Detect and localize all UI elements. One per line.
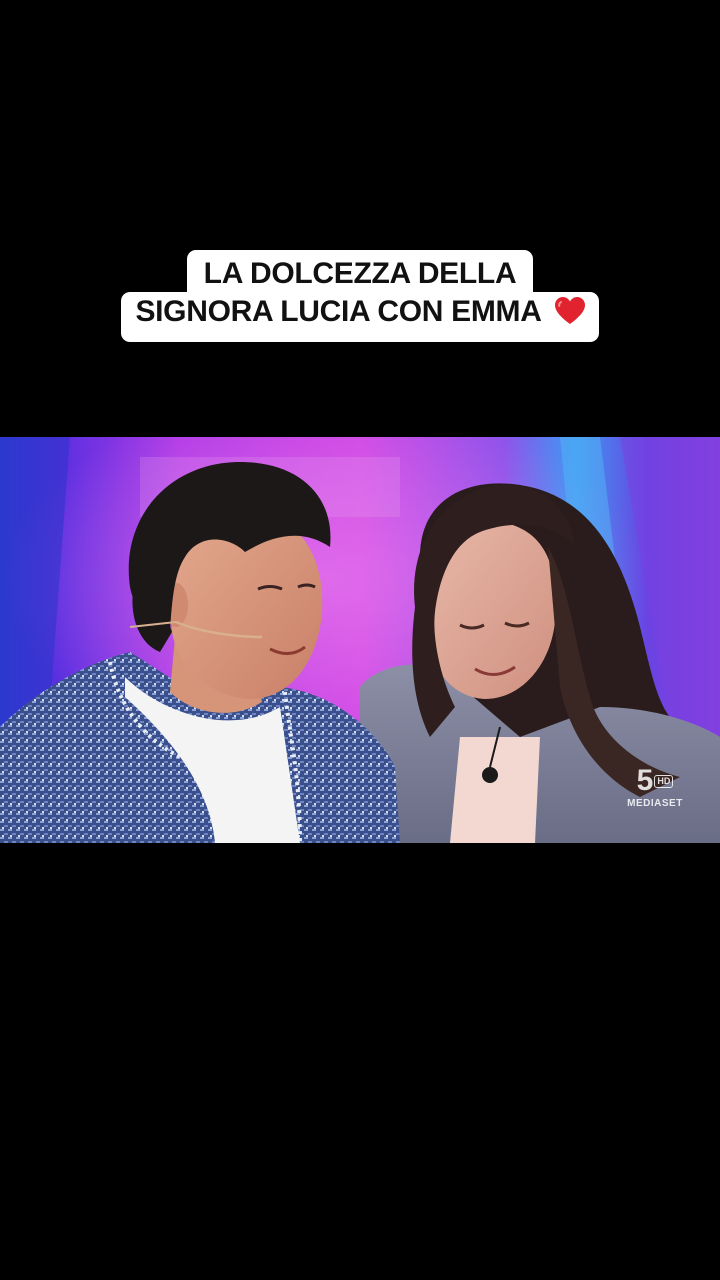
video-scene: [0, 437, 720, 843]
heart-emoji-icon: [554, 296, 585, 336]
caption: LA DOLCEZZA DELLA SIGNORA LUCIA CON EMMA: [0, 250, 720, 342]
caption-text-1: LA DOLCEZZA DELLA: [203, 257, 517, 290]
caption-line-1: LA DOLCEZZA DELLA: [186, 250, 534, 294]
caption-text-2: SIGNORA LUCIA CON EMMA: [135, 295, 541, 328]
hd-badge: HD: [654, 775, 674, 788]
channel-logo-mark: 5: [636, 764, 654, 797]
reel-screen[interactable]: LA DOLCEZZA DELLA SIGNORA LUCIA CON EMMA: [0, 0, 720, 1280]
channel-logo-name: MEDIASET: [627, 798, 683, 809]
video-frame[interactable]: 5 HD MEDIASET: [0, 437, 720, 843]
caption-line-2: SIGNORA LUCIA CON EMMA: [121, 292, 599, 342]
channel-logo-icon: 5 HD MEDIASET: [620, 766, 690, 816]
